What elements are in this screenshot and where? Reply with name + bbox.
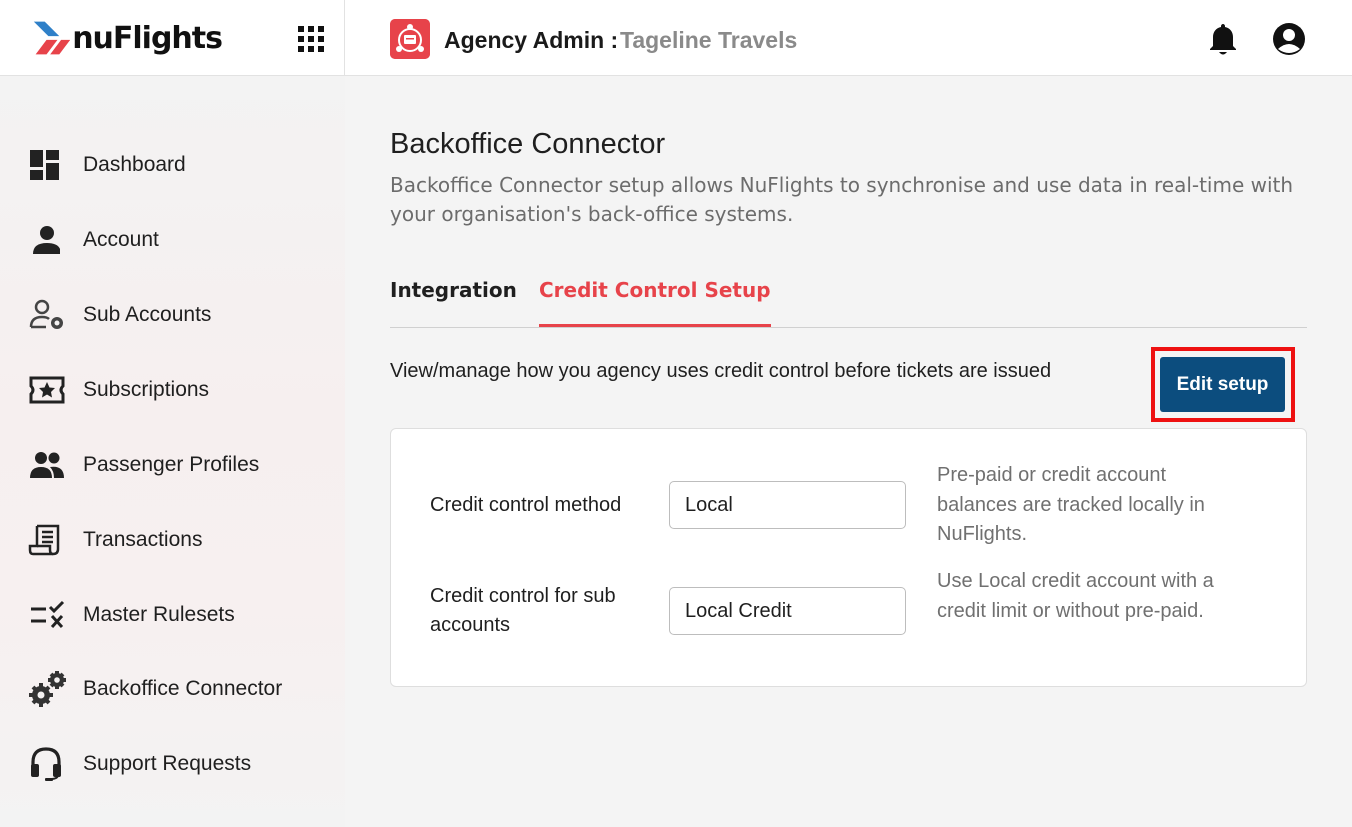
credit-control-method-help: Pre-paid or credit account balances are … (937, 464, 1205, 545)
sidebar: Dashboard Account Sub Accounts Subscript… (0, 76, 345, 827)
sidebar-item-sub-accounts[interactable]: Sub Accounts (28, 290, 328, 340)
sidebar-item-label: Subscriptions (83, 378, 210, 401)
main-content: Backoffice Connector Backoffice Connecto… (345, 76, 1352, 827)
sidebar-item-master-rulesets[interactable]: Master Rulesets (28, 590, 328, 640)
sidebar-item-label: Transactions (83, 528, 203, 551)
section-description: View/manage how you agency uses credit c… (390, 360, 1052, 382)
headset-icon (28, 746, 68, 782)
page-title: Backoffice Connector (390, 128, 666, 160)
apps-grid-icon[interactable] (298, 26, 324, 52)
sidebar-item-label: Sub Accounts (83, 303, 212, 326)
logo-text: nuFlights (72, 20, 223, 56)
credit-control-card: Credit control method Local Pre-paid or … (390, 428, 1307, 687)
tab-integration[interactable]: Integration (390, 278, 517, 302)
sidebar-item-account[interactable]: Account (28, 215, 328, 265)
sidebar-item-transactions[interactable]: Transactions (28, 515, 328, 565)
sidebar-item-label: Support Requests (83, 752, 252, 775)
top-header: nuFlights Agency Admin : Tageline Travel… (0, 0, 1352, 76)
header-divider (344, 0, 345, 76)
nuflights-logo-mark-icon (33, 21, 71, 55)
page-header-title: Agency Admin : (444, 27, 619, 53)
agency-icon (390, 19, 430, 59)
ruleset-icon (28, 597, 68, 633)
credit-control-method-field[interactable]: Local (669, 481, 906, 529)
credit-control-sub-accounts-label: Credit control for sub accounts (430, 585, 616, 636)
people-icon (28, 447, 68, 483)
credit-control-sub-accounts-field[interactable]: Local Credit (669, 587, 906, 635)
gears-icon (28, 671, 68, 707)
sidebar-item-label: Dashboard (83, 153, 186, 176)
user-account-icon[interactable] (1272, 22, 1306, 56)
sidebar-item-support-requests[interactable]: Support Requests (28, 739, 328, 789)
tab-credit-control-setup[interactable]: Credit Control Setup (539, 278, 771, 327)
sidebar-item-label: Passenger Profiles (83, 453, 260, 476)
page-description: Backoffice Connector setup allows NuFlig… (390, 173, 1294, 226)
person-icon (28, 222, 68, 258)
user-gear-icon (28, 297, 68, 333)
sidebar-item-passenger-profiles[interactable]: Passenger Profiles (28, 440, 328, 490)
bell-icon[interactable] (1208, 22, 1238, 56)
sidebar-item-label: Backoffice Connector (83, 677, 283, 700)
edit-setup-button[interactable]: Edit setup (1160, 357, 1285, 412)
sidebar-item-label: Master Rulesets (83, 603, 235, 626)
sidebar-item-label: Account (83, 228, 159, 251)
credit-control-method-label: Credit control method (430, 494, 622, 516)
sidebar-item-dashboard[interactable]: Dashboard (28, 140, 328, 190)
ticket-star-icon (28, 372, 68, 408)
agency-name: Tageline Travels (620, 27, 798, 53)
nuflights-logo[interactable]: nuFlights (32, 14, 223, 62)
dashboard-icon (28, 147, 68, 183)
credit-control-sub-accounts-help: Use Local credit account with a credit l… (937, 570, 1214, 622)
receipt-icon (28, 522, 68, 558)
tab-bar: Integration Credit Control Setup (390, 266, 1307, 328)
sidebar-item-backoffice-connector[interactable]: Backoffice Connector (28, 664, 328, 714)
sidebar-item-subscriptions[interactable]: Subscriptions (28, 365, 328, 415)
